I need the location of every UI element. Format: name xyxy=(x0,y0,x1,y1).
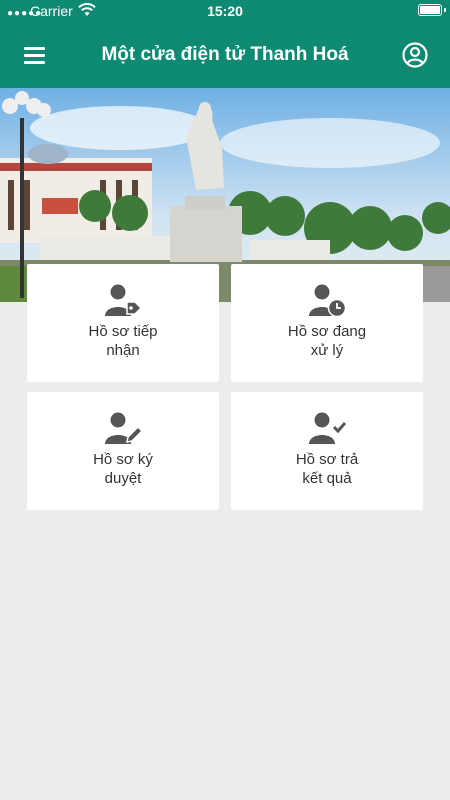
status-bar: ●●●●● Carrier 15:20 xyxy=(0,0,450,22)
card-label-line1: Hồ sơ đang xyxy=(287,323,367,340)
card-label-line1: Hồ sơ tiếp xyxy=(88,323,158,340)
card-label-line2: kết quả xyxy=(302,470,352,487)
card-ho-so-tiep-nhan[interactable]: Hồ sơ tiếp nhận xyxy=(27,264,219,382)
app-header: ●●●●● Carrier 15:20 Một cửa điện tử Than… xyxy=(0,0,450,88)
card-ho-so-tra-ket-qua[interactable]: Hồ sơ trả kết quả xyxy=(231,392,423,510)
user-clock-icon xyxy=(309,284,347,318)
card-label-line2: duyệt xyxy=(104,470,142,487)
card-label-line1: Hồ sơ ký xyxy=(93,451,153,468)
user-edit-icon xyxy=(105,412,143,444)
card-label-line1: Hồ sơ trả xyxy=(295,451,359,468)
user-tag-icon xyxy=(105,284,143,316)
user-circle-icon[interactable] xyxy=(402,42,428,68)
user-check-icon xyxy=(309,412,347,444)
card-ho-so-ky-duyet[interactable]: Hồ sơ ký duyệt xyxy=(27,392,219,510)
battery-icon xyxy=(418,4,442,16)
card-label-line2: nhận xyxy=(106,342,140,359)
page-title: Một cửa điện tử Thanh Hoá xyxy=(101,44,349,65)
card-ho-so-dang-xu-ly[interactable]: Hồ sơ đang xử lý xyxy=(231,264,423,382)
status-time: 15:20 xyxy=(207,3,243,19)
card-label-line2: xử lý xyxy=(310,342,344,359)
